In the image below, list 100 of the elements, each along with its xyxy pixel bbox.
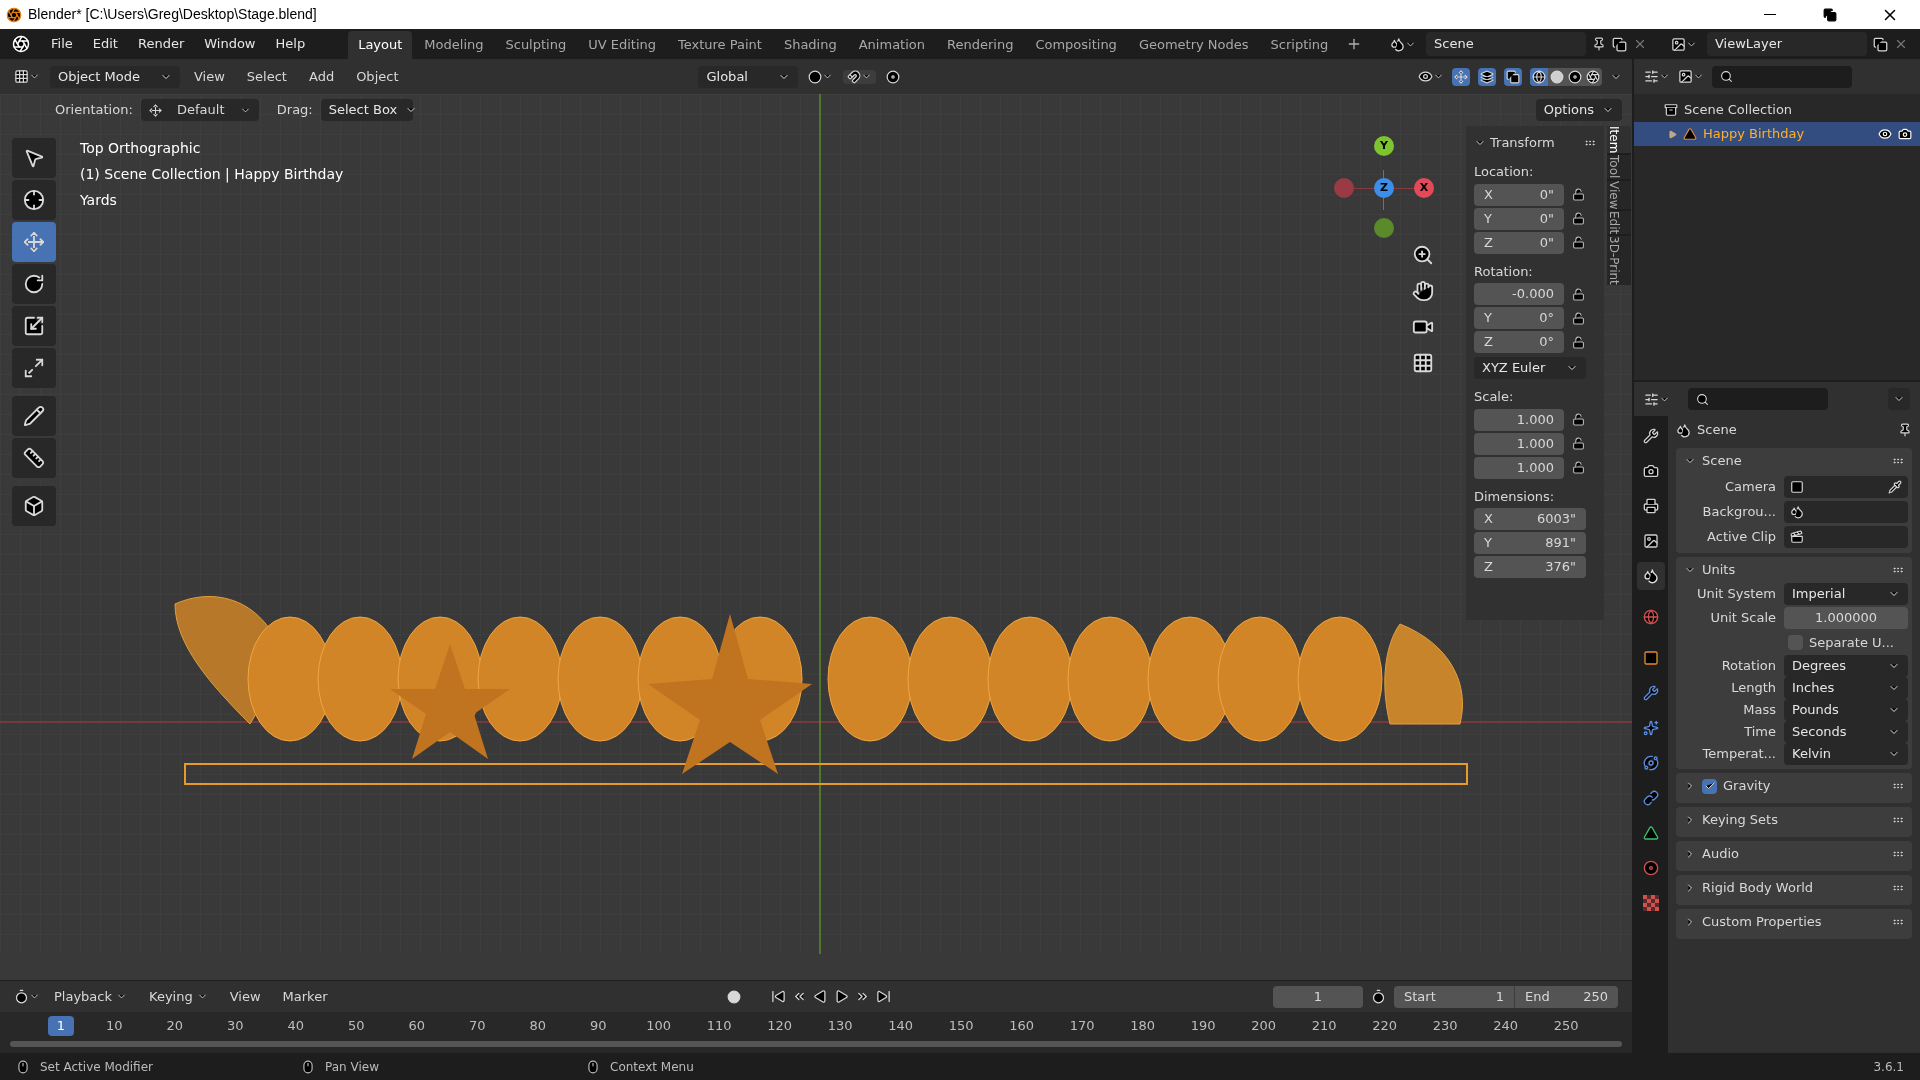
number-field[interactable]: 1.000000: [1784, 606, 1908, 629]
sidebar-tab[interactable]: Edit: [1607, 211, 1631, 235]
lock-icon[interactable]: [1572, 188, 1585, 201]
dropdown[interactable]: Imperial: [1784, 583, 1908, 605]
workspace-tab[interactable]: Texture Paint: [668, 31, 772, 59]
gizmo-toggle-button[interactable]: [1452, 67, 1470, 86]
stopwatch-icon[interactable]: [1371, 989, 1386, 1004]
editor-type-button[interactable]: [14, 989, 40, 1004]
number-field[interactable]: Z 376": [1474, 556, 1586, 578]
search-field[interactable]: [1688, 388, 1828, 410]
workspace-tab[interactable]: Shading: [773, 31, 847, 59]
select-box-tool[interactable]: [12, 138, 56, 178]
scene-selector[interactable]: Scene: [1426, 32, 1586, 56]
pencil-tool[interactable]: [12, 396, 56, 436]
sidebar-tab[interactable]: 3D-Print: [1607, 236, 1631, 286]
object-field[interactable]: [1784, 475, 1908, 498]
lock-icon[interactable]: [1572, 287, 1585, 301]
lock-icon[interactable]: [1572, 461, 1585, 474]
close-icon[interactable]: [1894, 37, 1908, 51]
drag-handle-icon[interactable]: [1892, 916, 1904, 928]
drag-handle-icon[interactable]: [1892, 780, 1904, 792]
outliner-item[interactable]: Scene Collection: [1634, 98, 1920, 122]
lock-icon[interactable]: [1572, 437, 1585, 450]
hand-icon[interactable]: [1412, 280, 1434, 302]
play-reverse-icon[interactable]: [813, 989, 829, 1004]
record-icon[interactable]: [727, 989, 742, 1004]
solid-shading-button[interactable]: [1548, 67, 1566, 86]
xray-toggle-button[interactable]: [1504, 67, 1522, 86]
dropdown[interactable]: Kelvin: [1784, 743, 1908, 765]
lock-icon[interactable]: [1572, 236, 1585, 249]
workspace-tab[interactable]: Layout: [348, 31, 413, 59]
visibility-button[interactable]: [1418, 69, 1444, 84]
menu-item[interactable]: View: [221, 986, 269, 1007]
filter-button[interactable]: [1678, 69, 1704, 84]
orientation-dropdown[interactable]: Default: [140, 99, 259, 121]
overlay-toggle-button[interactable]: [1478, 67, 1496, 86]
start-frame-field[interactable]: Start 1: [1394, 985, 1514, 1008]
drag-handle-icon[interactable]: [1892, 564, 1904, 576]
options-button[interactable]: [1888, 388, 1910, 410]
dropdown[interactable]: Inches: [1784, 677, 1908, 699]
number-field[interactable]: -0.000: [1474, 283, 1564, 305]
workspace-tab[interactable]: UV Editing: [578, 31, 666, 59]
lock-icon[interactable]: [1572, 335, 1585, 349]
playhead[interactable]: 1: [48, 1016, 74, 1036]
menu-item[interactable]: Object: [348, 66, 407, 87]
collapsed-icon[interactable]: [1668, 129, 1677, 139]
drag-handle-icon[interactable]: [1584, 137, 1596, 149]
dropdown[interactable]: Seconds: [1784, 721, 1908, 743]
menu-item[interactable]: Add: [300, 66, 343, 87]
end-frame-field[interactable]: End 250: [1514, 985, 1618, 1008]
play-icon[interactable]: [834, 989, 850, 1004]
menu-item[interactable]: Edit: [83, 31, 127, 57]
sidebar-tab[interactable]: Item: [1607, 126, 1631, 154]
menu-item[interactable]: Select: [238, 66, 295, 87]
number-field[interactable]: 1.000: [1474, 408, 1564, 431]
add-cube-tool[interactable]: [12, 486, 56, 526]
editor-type-button[interactable]: [1644, 391, 1670, 407]
number-field[interactable]: Y 891": [1474, 532, 1586, 554]
number-field[interactable]: X 6003": [1474, 508, 1586, 530]
transform-orientation-dropdown[interactable]: Global: [698, 65, 799, 88]
jump-end-icon[interactable]: [876, 989, 892, 1004]
drag-dropdown[interactable]: Select Box: [320, 99, 413, 121]
drag-handle-icon[interactable]: [1892, 848, 1904, 860]
drag-handle-icon[interactable]: [1892, 814, 1904, 826]
snap-button[interactable]: [843, 69, 877, 84]
dropdown[interactable]: Degrees: [1784, 655, 1908, 677]
menu-item[interactable]: Keying: [141, 986, 216, 1007]
eyedropper-icon[interactable]: [1888, 479, 1902, 494]
drag-handle-icon[interactable]: [1892, 455, 1904, 467]
sidebar-tab[interactable]: View: [1607, 180, 1631, 210]
scene-tab[interactable]: [1637, 562, 1665, 590]
cursor-tool[interactable]: [12, 180, 56, 220]
transform-tool[interactable]: [12, 348, 56, 388]
dropdown[interactable]: Pounds: [1784, 699, 1908, 721]
menu-item[interactable]: Render: [128, 31, 194, 57]
object-field[interactable]: [1784, 500, 1908, 523]
menu-item[interactable]: Window: [195, 31, 265, 57]
scale-tool[interactable]: [12, 306, 56, 346]
sidebar-tab[interactable]: Tool: [1607, 155, 1631, 179]
lock-icon[interactable]: [1572, 311, 1585, 325]
close-icon[interactable]: [1633, 37, 1647, 51]
pin-icon[interactable]: [1592, 37, 1606, 51]
ruler-tool[interactable]: [12, 438, 56, 478]
workspace-tab[interactable]: Compositing: [1025, 31, 1127, 59]
drag-handle-icon[interactable]: [1892, 882, 1904, 894]
number-field[interactable]: Y 0°: [1474, 307, 1564, 329]
view-layer-selector[interactable]: ViewLayer: [1707, 32, 1867, 56]
checkbox[interactable]: [1702, 778, 1717, 794]
rendered-shading-button[interactable]: [1584, 67, 1602, 86]
menu-item[interactable]: Marker: [274, 986, 336, 1007]
copy-icon[interactable]: [1612, 36, 1627, 52]
rotation-mode-dropdown[interactable]: XYZ Euler: [1474, 357, 1586, 379]
outliner-item[interactable]: Happy Birthday: [1634, 122, 1920, 146]
object-field[interactable]: [1784, 525, 1908, 548]
workspace-tab[interactable]: Modeling: [414, 31, 494, 59]
grid-icon[interactable]: [1412, 352, 1434, 374]
number-field[interactable]: Y 0": [1474, 207, 1564, 230]
menu-item[interactable]: Playback: [46, 986, 135, 1007]
menu-item[interactable]: View: [186, 66, 233, 87]
jump-start-icon[interactable]: [771, 989, 787, 1004]
